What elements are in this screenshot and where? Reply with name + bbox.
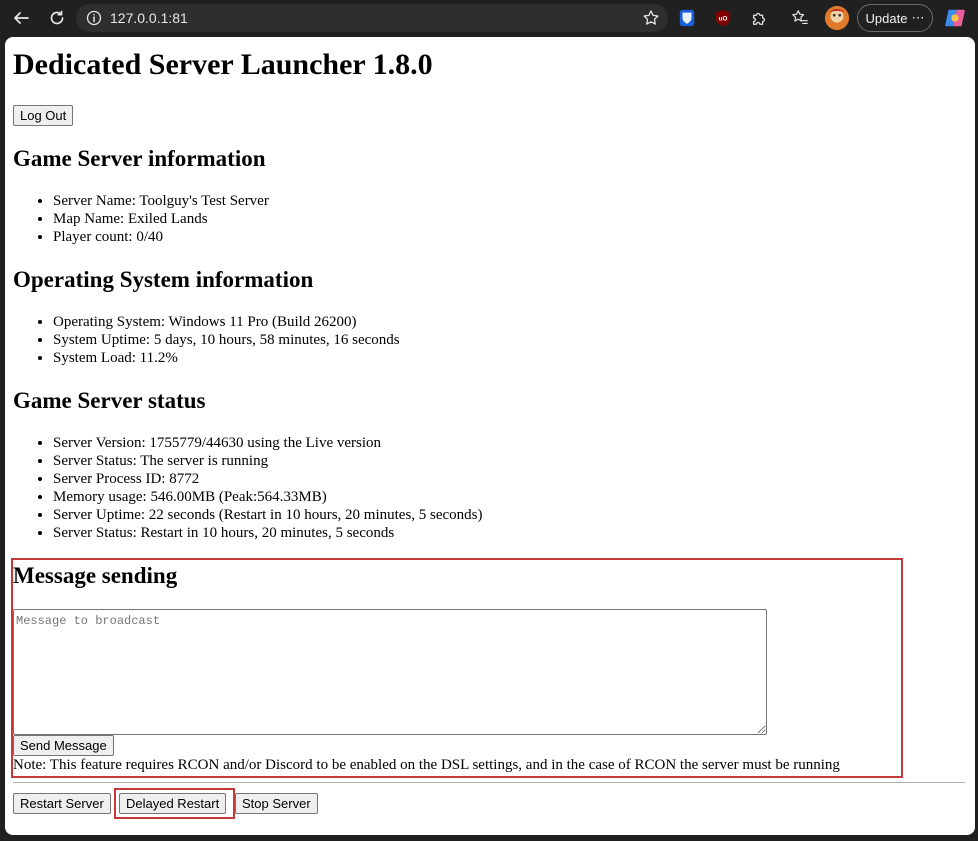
stop-server-button[interactable]: Stop Server bbox=[235, 793, 318, 814]
list-item: Server Name: Toolguy's Test Server bbox=[53, 192, 269, 210]
address-bar[interactable]: 127.0.0.1:81 bbox=[76, 4, 668, 32]
browser-toolbar: 127.0.0.1:81 uO Update ⋯ bbox=[0, 0, 978, 36]
list-item: Server Status: Restart in 10 hours, 20 m… bbox=[53, 524, 483, 542]
extensions-puzzle-icon[interactable] bbox=[747, 6, 771, 30]
list-item: Server Version: 1755779/44630 using the … bbox=[53, 434, 483, 452]
page-viewport: Dedicated Server Launcher 1.8.0 Log Out … bbox=[5, 37, 975, 835]
ublock-extension-icon[interactable]: uO bbox=[711, 6, 735, 30]
send-message-button[interactable]: Send Message bbox=[13, 735, 114, 756]
bitwarden-extension-icon[interactable] bbox=[675, 6, 699, 30]
reload-icon[interactable] bbox=[42, 3, 72, 33]
os-info-heading: Operating System information bbox=[13, 267, 314, 292]
profile-avatar[interactable] bbox=[823, 4, 851, 32]
update-button[interactable]: Update ⋯ bbox=[857, 4, 933, 32]
list-item: Player count: 0/40 bbox=[53, 228, 269, 246]
divider bbox=[13, 782, 965, 783]
broadcast-message-input[interactable] bbox=[13, 609, 767, 735]
url-text: 127.0.0.1:81 bbox=[110, 10, 188, 26]
back-icon[interactable] bbox=[6, 3, 36, 33]
page-title: Dedicated Server Launcher 1.8.0 bbox=[13, 48, 433, 81]
list-item: Memory usage: 546.00MB (Peak:564.33MB) bbox=[53, 488, 483, 506]
game-server-info-list: Server Name: Toolguy's Test Server Map N… bbox=[13, 192, 269, 246]
update-label: Update bbox=[865, 10, 908, 26]
logout-button[interactable]: Log Out bbox=[13, 105, 74, 126]
site-info-icon[interactable] bbox=[86, 10, 102, 26]
server-status-heading: Game Server status bbox=[13, 388, 206, 413]
list-item: Server Status: The server is running bbox=[53, 452, 483, 470]
list-item: Server Uptime: 22 seconds (Restart in 10… bbox=[53, 506, 483, 524]
rcon-note: Note: This feature requires RCON and/or … bbox=[13, 757, 840, 773]
os-info-list: Operating System: Windows 11 Pro (Build … bbox=[13, 313, 400, 367]
list-item: System Uptime: 5 days, 10 hours, 58 minu… bbox=[53, 331, 400, 349]
svg-text:uO: uO bbox=[719, 16, 728, 23]
restart-server-button[interactable]: Restart Server bbox=[13, 793, 111, 814]
favorite-star-icon[interactable] bbox=[642, 9, 660, 27]
list-item: Operating System: Windows 11 Pro (Build … bbox=[53, 313, 400, 331]
copilot-icon[interactable] bbox=[942, 5, 968, 31]
list-item: Map Name: Exiled Lands bbox=[53, 210, 269, 228]
more-options-icon: ⋯ bbox=[911, 10, 925, 25]
list-item: Server Process ID: 8772 bbox=[53, 470, 483, 488]
game-server-info-heading: Game Server information bbox=[13, 146, 266, 171]
delayed-restart-button[interactable]: Delayed Restart bbox=[119, 793, 227, 814]
message-sending-heading: Message sending bbox=[13, 563, 178, 588]
favorites-icon[interactable] bbox=[788, 6, 812, 30]
list-item: System Load: 11.2% bbox=[53, 349, 400, 367]
server-status-list: Server Version: 1755779/44630 using the … bbox=[13, 434, 483, 542]
